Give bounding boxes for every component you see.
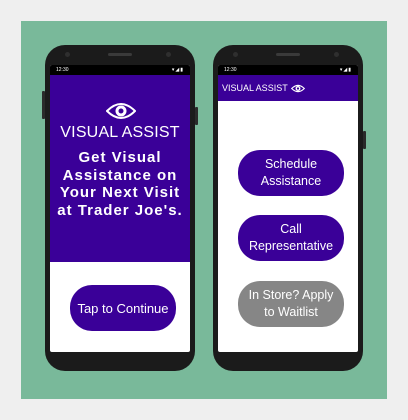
speaker-grille [108, 53, 132, 56]
volume-button [42, 91, 45, 119]
apply-waitlist-button[interactable]: In Store? Apply to Waitlist [238, 281, 344, 327]
eye-icon [106, 103, 136, 119]
power-button [363, 131, 366, 149]
right-phone: 12:30 ▾◢▮ VISUAL ASSIST Schedule Assista… [213, 45, 366, 371]
status-time: 12:30 [224, 67, 237, 73]
sensor-icon [166, 52, 171, 57]
status-bar: 12:30 ▾◢▮ [50, 65, 190, 75]
app-bar: VISUAL ASSIST [218, 75, 358, 101]
eye-icon [290, 84, 305, 92]
welcome-tagline: Get Visual Assistance on Your Next Visit… [57, 149, 183, 219]
right-screen: 12:30 ▾◢▮ VISUAL ASSIST Schedule Assista… [218, 65, 358, 352]
status-time: 12:30 [56, 67, 69, 73]
continue-button[interactable]: Tap to Continue [70, 285, 176, 331]
status-icons: ▾◢▮ [171, 67, 184, 73]
welcome-hero: VISUAL ASSIST Get Visual Assistance on Y… [50, 75, 190, 262]
speaker-grille [276, 53, 300, 56]
status-bar: 12:30 ▾◢▮ [218, 65, 358, 75]
app-brand: VISUAL ASSIST [60, 124, 180, 141]
left-phone: 12:30 ▾◢▮ VISUAL ASSIST Get Visual Assis… [42, 45, 198, 371]
mockup-canvas: 12:30 ▾◢▮ VISUAL ASSIST Get Visual Assis… [21, 21, 387, 399]
app-bar-title: VISUAL ASSIST [222, 83, 288, 93]
sensor-icon [334, 52, 339, 57]
status-icons: ▾◢▮ [339, 67, 352, 73]
left-screen: 12:30 ▾◢▮ VISUAL ASSIST Get Visual Assis… [50, 65, 190, 352]
front-camera-icon [65, 52, 70, 57]
power-button [195, 107, 198, 125]
schedule-assistance-button[interactable]: Schedule Assistance [238, 150, 344, 196]
call-representative-button[interactable]: Call Representative [238, 215, 344, 261]
front-camera-icon [233, 52, 238, 57]
